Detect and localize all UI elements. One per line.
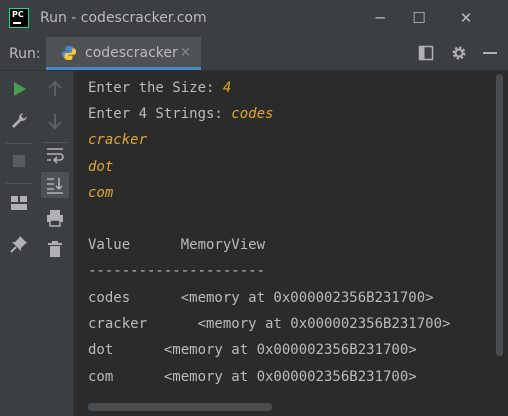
gear-icon[interactable] [451,45,467,61]
output-header: Value MemoryView [88,237,266,253]
run-icon[interactable] [9,79,29,99]
hide-icon[interactable] [482,45,498,61]
vertical-scrollbar[interactable] [496,74,503,356]
tab-label: codescracker [85,45,178,61]
tab-active-indicator [46,67,201,70]
output-row: cracker <memory at 0x000002356B231700> [88,316,451,332]
separator [6,183,31,184]
output-row: dot <memory at 0x000002356B231700> [88,342,417,358]
console-line: Enter 4 Strings: codes [88,106,274,122]
scroll-to-end-icon [47,178,63,194]
window-title: Run - codescracker.com [40,10,207,26]
soft-wrap-icon[interactable] [45,145,65,165]
trash-icon[interactable] [45,239,65,259]
console-line: cracker [88,132,147,148]
title-bar: PC Run - codescracker.com ─ ☐ ✕ [0,0,508,37]
scroll-to-end-toggle[interactable] [41,172,69,198]
python-icon [62,46,76,60]
output-row: com <memory at 0x000002356B231700> [88,369,417,385]
user-input: cracker [88,132,148,148]
output-divider: --------------------- [88,263,266,279]
user-input: codes [231,106,274,122]
console-actions-gutter [37,71,74,416]
run-actions-gutter [0,71,37,416]
maximize-button[interactable]: ☐ [407,8,431,28]
pin-icon[interactable] [9,234,29,254]
user-input: dot [88,159,114,175]
close-button[interactable]: ✕ [454,8,478,28]
print-icon[interactable] [45,208,65,228]
run-label: Run: [9,46,41,62]
layout-icon[interactable] [418,45,434,61]
tab-codescracker[interactable]: codescracker × [46,37,201,70]
horizontal-scrollbar[interactable] [88,403,272,411]
console-line: Enter the Size: 4 [88,80,232,96]
user-input: 4 [222,80,232,96]
pycharm-logo-icon: PC [9,8,29,28]
separator [42,142,67,143]
console-output[interactable]: Enter the Size: 4 Enter 4 Strings: codes… [74,71,504,416]
output-row: codes <memory at 0x000002356B231700> [88,290,434,306]
user-input: com [88,185,114,201]
run-toolbar: Run: codescracker × [0,37,508,71]
tab-close-icon[interactable]: × [180,45,191,60]
stop-icon[interactable] [9,151,29,171]
arrow-up-icon[interactable] [45,79,65,99]
minimize-button[interactable]: ─ [368,8,392,28]
arrow-down-icon[interactable] [45,111,65,131]
console-line: dot [88,159,113,175]
console-line: com [88,185,113,201]
layout-grid-icon[interactable] [9,193,29,213]
separator [6,143,31,144]
wrench-icon[interactable] [9,111,29,131]
